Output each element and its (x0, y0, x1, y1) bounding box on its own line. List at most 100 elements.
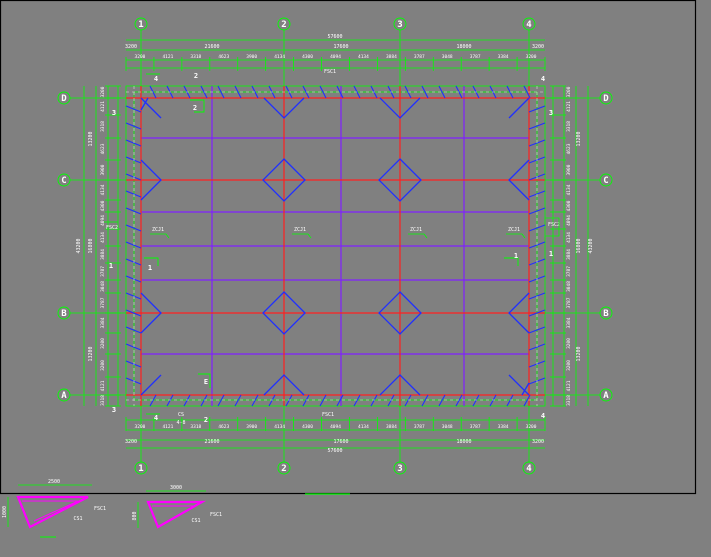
edge-stub-bottom (234, 394, 242, 407)
left-tag: FSC2 (106, 225, 118, 231)
edge-stub-bottom (251, 394, 259, 407)
edge-stub-bottom (200, 394, 208, 407)
axis-label-right-d: D (603, 94, 609, 104)
small-dim-top: 3200 (526, 54, 537, 60)
edge-stub-left (125, 105, 142, 113)
corner-num-4-bottom-left: 4 (154, 414, 158, 422)
edge-stub-bottom (387, 394, 395, 407)
edge-stub-bottom (183, 394, 191, 407)
small-dim-right: 4121 (566, 101, 572, 112)
detail-1: 2500 1000 CS1 FSC1 (2, 479, 106, 538)
axis-label-right-a: A (603, 391, 609, 401)
small-dim-top: 3787 (414, 54, 425, 60)
small-dim-top: 4134 (274, 54, 285, 60)
small-dim-bottom: 3200 (135, 424, 146, 430)
small-dim-left: 4300 (100, 200, 106, 211)
axis-label-top-3: 3 (397, 20, 402, 30)
small-dim-top: 3318 (190, 54, 201, 60)
axis-label-top-4: 4 (526, 20, 532, 30)
small-dim-right: 4300 (566, 200, 572, 211)
small-dim-top: 4623 (218, 54, 229, 60)
corner-num-2-bottom: 2 (204, 416, 208, 424)
small-dims-bottom: 3200 4121 3318 4623 3900 4134 4300 4094 4134 3884… (135, 424, 537, 430)
small-dim-left: 3200 (100, 338, 106, 349)
corner-num-4-top-left: 4 (154, 75, 158, 83)
edge-stub-left (125, 156, 142, 164)
axis-label-bottom-1: 1 (138, 464, 143, 474)
dim-right-h2: 16800 (576, 238, 582, 253)
small-dim-right: 3318 (566, 121, 572, 132)
small-dim-right: 3900 (566, 164, 572, 175)
small-dim-left: 4134 (100, 184, 106, 195)
cs-label: CS (178, 412, 184, 418)
small-dim-bottom: 3787 (470, 424, 481, 430)
small-dim-bottom: 4094 (330, 424, 341, 430)
small-dim-bottom: 3884 (386, 424, 397, 430)
small-dim-left: 4623 (100, 143, 106, 154)
right-tag: FSC2 (548, 222, 560, 228)
small-dim-bottom: 3900 (246, 424, 257, 430)
corner-num-3-left-bottom: 3 (112, 406, 116, 414)
axis-label-right-c: C (603, 176, 608, 186)
small-dim-left: 3787 (100, 297, 106, 308)
edge-stub-left (125, 139, 142, 147)
dim-span-23-top: 17600 (333, 44, 348, 50)
small-dim-top: 4134 (358, 54, 369, 60)
small-dim-bottom: 4300 (302, 424, 313, 430)
small-dim-right: 4134 (566, 232, 572, 243)
small-dim-bottom: 4121 (162, 424, 173, 430)
detail-1-dim-side: 1000 (2, 506, 8, 518)
axis-label-left-c: C (61, 176, 66, 186)
small-dim-right: 3787 (566, 266, 572, 277)
dim-span-12-top: 21600 (204, 44, 219, 50)
dim-edge-left-top: 3200 (125, 44, 137, 50)
cs-sub: 4-8 (176, 420, 185, 426)
edge-stub-bottom (268, 394, 276, 407)
small-dim-right: 3048 (566, 281, 572, 292)
small-dim-left: 3200 (100, 360, 106, 371)
detail-2: 3000 800 CS1 FSC1 (132, 485, 222, 529)
corner-num-2-mid: 2 (193, 104, 197, 112)
detail-1-tag-b: FSC1 (94, 506, 106, 512)
corner-num-4-top-right: 4 (541, 75, 545, 83)
detail-1-dim-top: 2500 (48, 479, 60, 485)
small-dim-right: 3200 (566, 86, 572, 97)
edge-stub-bottom (149, 394, 157, 407)
edge-stub-left (125, 377, 142, 385)
column-marker-2: ZCJ1 (294, 227, 306, 233)
e-label: E (204, 378, 208, 386)
detail-2-dim-top: 3000 (170, 485, 182, 491)
small-dim-left: 4121 (100, 101, 106, 112)
column-marker-1: ZCJ1 (152, 227, 164, 233)
axis-label-right-b: B (603, 309, 609, 319)
small-dim-left: 3787 (100, 266, 106, 277)
small-dim-right: 3200 (566, 338, 572, 349)
axis-label-bottom-4: 4 (526, 464, 532, 474)
small-dim-bottom: 3200 (526, 424, 537, 430)
purlin-lines (141, 86, 529, 406)
axis-label-left-a: A (61, 391, 67, 401)
dim-overall-right: 43200 (588, 238, 594, 253)
small-dim-top: 3200 (135, 54, 146, 60)
axis-label-bottom-2: 2 (281, 464, 286, 474)
small-dim-top: 3787 (470, 54, 481, 60)
small-dim-right: 4134 (566, 184, 572, 195)
section-mark-left-b: 1 (109, 262, 113, 270)
edge-stub-bottom (336, 394, 344, 407)
edge-stub-left (125, 360, 142, 368)
corner-num-2-top: 2 (194, 72, 198, 80)
small-dim-right: 3384 (566, 317, 572, 328)
small-dim-top: 4121 (162, 54, 173, 60)
dimension-ticks (105, 57, 566, 431)
small-dim-left: 3884 (100, 249, 106, 260)
detail-1-tag-a: CS1 (73, 516, 82, 522)
small-dim-left: 3384 (100, 317, 106, 328)
dim-right-h3: 13200 (576, 346, 582, 361)
small-dims-top: 3200 4121 3318 4623 3900 4134 4300 4094 4134 3884… (135, 54, 537, 60)
section-marks (144, 73, 519, 415)
edge-stub-left (125, 241, 142, 249)
edge-stub-bottom (438, 394, 446, 407)
dim-overall-bottom: 57600 (327, 448, 342, 454)
edge-stub-left (125, 122, 142, 130)
section-mark-right-b: 1 (549, 250, 553, 258)
